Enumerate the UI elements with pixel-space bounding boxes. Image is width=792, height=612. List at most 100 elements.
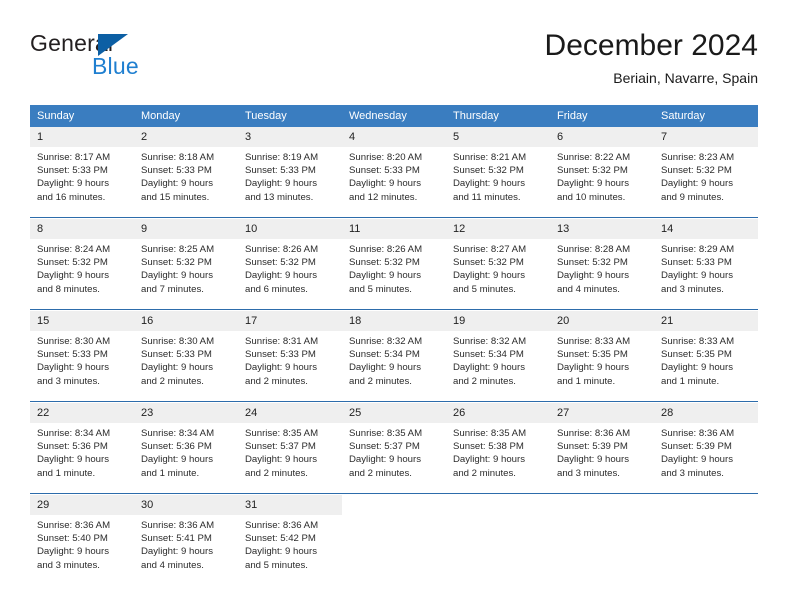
day-details: Sunrise: 8:21 AM Sunset: 5:32 PM Daylight:… <box>446 147 550 204</box>
day-details: Sunrise: 8:29 AM Sunset: 5:33 PM Daylight:… <box>654 239 758 296</box>
day-cell-content: 12 Sunrise: 8:27 AM Sunset: 5:32 PM Dayligh… <box>446 219 550 309</box>
calendar-day-cell[interactable]: 1 Sunrise: 8:17 AM Sunset: 5:33 PM Daylight… <box>30 127 134 218</box>
calendar-day-cell[interactable]: 31 Sunrise: 8:36 AM Sunset: 5:42 PM Dayligh… <box>238 495 342 585</box>
sunrise-text: Sunrise: 8:36 AM <box>661 428 735 439</box>
calendar-day-cell[interactable]: 24 Sunrise: 8:35 AM Sunset: 5:37 PM Dayligh… <box>238 403 342 494</box>
day-number: 29 <box>30 495 134 515</box>
daylight-text-line1: Daylight: 9 hours <box>37 270 109 282</box>
calendar-day-cell[interactable] <box>342 495 446 585</box>
day-number: 1 <box>30 127 134 147</box>
calendar-day-cell[interactable]: 8 Sunrise: 8:24 AM Sunset: 5:32 PM Daylight… <box>30 219 134 310</box>
daylight-text-line2: and 1 minute. <box>37 467 96 479</box>
sunset-text: Sunset: 5:38 PM <box>453 441 524 453</box>
column-header-monday: Monday <box>134 105 238 127</box>
sunrise-text: Sunrise: 8:27 AM <box>453 244 527 255</box>
calendar-day-cell[interactable]: 16 Sunrise: 8:30 AM Sunset: 5:33 PM Dayligh… <box>134 311 238 402</box>
day-details: Sunrise: 8:30 AM Sunset: 5:33 PM Daylight:… <box>134 331 238 388</box>
sunrise-text: Sunrise: 8:21 AM <box>453 152 527 163</box>
calendar-day-cell[interactable]: 22 Sunrise: 8:34 AM Sunset: 5:36 PM Dayligh… <box>30 403 134 494</box>
day-details: Sunrise: 8:26 AM Sunset: 5:32 PM Daylight:… <box>342 239 446 296</box>
calendar-day-cell[interactable]: 11 Sunrise: 8:26 AM Sunset: 5:32 PM Dayligh… <box>342 219 446 310</box>
calendar-day-cell[interactable]: 21 Sunrise: 8:33 AM Sunset: 5:35 PM Dayligh… <box>654 311 758 402</box>
calendar-day-cell[interactable]: 27 Sunrise: 8:36 AM Sunset: 5:39 PM Dayligh… <box>550 403 654 494</box>
calendar-day-cell[interactable]: 13 Sunrise: 8:28 AM Sunset: 5:32 PM Dayligh… <box>550 219 654 310</box>
calendar-day-cell[interactable]: 2 Sunrise: 8:18 AM Sunset: 5:33 PM Daylight… <box>134 127 238 218</box>
column-header-wednesday: Wednesday <box>342 105 446 127</box>
sunset-text: Sunset: 5:36 PM <box>141 441 212 453</box>
daylight-text-line2: and 2 minutes. <box>245 467 308 479</box>
day-cell-content: 25 Sunrise: 8:35 AM Sunset: 5:37 PM Dayligh… <box>342 403 446 493</box>
calendar-day-cell[interactable]: 26 Sunrise: 8:35 AM Sunset: 5:38 PM Dayligh… <box>446 403 550 494</box>
daylight-text-line2: and 12 minutes. <box>349 191 418 203</box>
daylight-text-line1: Daylight: 9 hours <box>349 362 421 374</box>
daylight-text-line2: and 13 minutes. <box>245 191 314 203</box>
calendar-day-cell[interactable] <box>550 495 654 585</box>
day-details: Sunrise: 8:19 AM Sunset: 5:33 PM Daylight:… <box>238 147 342 204</box>
calendar-day-cell[interactable]: 28 Sunrise: 8:36 AM Sunset: 5:39 PM Dayligh… <box>654 403 758 494</box>
day-number: 20 <box>550 311 654 331</box>
daylight-text-line1: Daylight: 9 hours <box>141 454 213 466</box>
calendar-day-cell[interactable]: 9 Sunrise: 8:25 AM Sunset: 5:32 PM Daylight… <box>134 219 238 310</box>
day-number: 27 <box>550 403 654 423</box>
daylight-text-line2: and 3 minutes. <box>661 283 724 295</box>
daylight-text-line2: and 2 minutes. <box>245 375 308 387</box>
daylight-text-line2: and 5 minutes. <box>245 559 308 571</box>
day-number: 6 <box>550 127 654 147</box>
calendar-day-cell[interactable]: 12 Sunrise: 8:27 AM Sunset: 5:32 PM Dayligh… <box>446 219 550 310</box>
calendar-day-cell[interactable]: 7 Sunrise: 8:23 AM Sunset: 5:32 PM Daylight… <box>654 127 758 218</box>
daylight-text-line2: and 2 minutes. <box>453 467 516 479</box>
day-number: 31 <box>238 495 342 515</box>
sunset-text: Sunset: 5:32 PM <box>557 257 628 269</box>
daylight-text-line1: Daylight: 9 hours <box>557 454 629 466</box>
calendar-day-cell[interactable]: 4 Sunrise: 8:20 AM Sunset: 5:33 PM Daylight… <box>342 127 446 218</box>
day-number: 11 <box>342 219 446 239</box>
calendar-day-cell[interactable]: 5 Sunrise: 8:21 AM Sunset: 5:32 PM Daylight… <box>446 127 550 218</box>
calendar-day-cell[interactable]: 30 Sunrise: 8:36 AM Sunset: 5:41 PM Dayligh… <box>134 495 238 585</box>
day-number: 21 <box>654 311 758 331</box>
sunrise-text: Sunrise: 8:18 AM <box>141 152 215 163</box>
sunset-text: Sunset: 5:36 PM <box>37 441 108 453</box>
calendar-day-cell[interactable]: 3 Sunrise: 8:19 AM Sunset: 5:33 PM Daylight… <box>238 127 342 218</box>
calendar-day-cell[interactable]: 10 Sunrise: 8:26 AM Sunset: 5:32 PM Dayligh… <box>238 219 342 310</box>
calendar-day-cell[interactable]: 23 Sunrise: 8:34 AM Sunset: 5:36 PM Dayligh… <box>134 403 238 494</box>
day-details: Sunrise: 8:34 AM Sunset: 5:36 PM Daylight:… <box>134 423 238 480</box>
daylight-text-line2: and 5 minutes. <box>349 283 412 295</box>
sunrise-text: Sunrise: 8:32 AM <box>453 336 527 347</box>
calendar-day-cell[interactable]: 25 Sunrise: 8:35 AM Sunset: 5:37 PM Dayligh… <box>342 403 446 494</box>
calendar-day-cell[interactable]: 20 Sunrise: 8:33 AM Sunset: 5:35 PM Dayligh… <box>550 311 654 402</box>
calendar-day-cell[interactable]: 14 Sunrise: 8:29 AM Sunset: 5:33 PM Dayligh… <box>654 219 758 310</box>
day-cell-empty <box>550 495 654 585</box>
day-details: Sunrise: 8:35 AM Sunset: 5:38 PM Daylight:… <box>446 423 550 480</box>
calendar-day-cell[interactable]: 15 Sunrise: 8:30 AM Sunset: 5:33 PM Dayligh… <box>30 311 134 402</box>
day-cell-content: 3 Sunrise: 8:19 AM Sunset: 5:33 PM Daylight… <box>238 127 342 217</box>
day-cell-content: 17 Sunrise: 8:31 AM Sunset: 5:33 PM Dayligh… <box>238 311 342 401</box>
day-cell-content: 11 Sunrise: 8:26 AM Sunset: 5:32 PM Dayligh… <box>342 219 446 309</box>
day-cell-content: 16 Sunrise: 8:30 AM Sunset: 5:33 PM Dayligh… <box>134 311 238 401</box>
day-cell-empty <box>446 495 550 585</box>
calendar-day-cell[interactable]: 29 Sunrise: 8:36 AM Sunset: 5:40 PM Dayligh… <box>30 495 134 585</box>
sunrise-text: Sunrise: 8:32 AM <box>349 336 423 347</box>
calendar-day-cell[interactable] <box>446 495 550 585</box>
day-details: Sunrise: 8:20 AM Sunset: 5:33 PM Daylight:… <box>342 147 446 204</box>
day-number: 17 <box>238 311 342 331</box>
calendar-day-cell[interactable] <box>654 495 758 585</box>
sunset-text: Sunset: 5:42 PM <box>245 533 316 545</box>
brand-name-blue: Blue <box>92 53 139 79</box>
day-cell-empty <box>654 495 758 585</box>
calendar-week-row: 1 Sunrise: 8:17 AM Sunset: 5:33 PM Daylight… <box>30 127 758 218</box>
daylight-text-line2: and 1 minute. <box>141 467 200 479</box>
calendar-day-cell[interactable]: 17 Sunrise: 8:31 AM Sunset: 5:33 PM Dayligh… <box>238 311 342 402</box>
calendar-day-cell[interactable]: 19 Sunrise: 8:32 AM Sunset: 5:34 PM Dayligh… <box>446 311 550 402</box>
day-details: Sunrise: 8:36 AM Sunset: 5:41 PM Daylight:… <box>134 515 238 572</box>
day-details: Sunrise: 8:36 AM Sunset: 5:40 PM Daylight:… <box>30 515 134 572</box>
daylight-text-line1: Daylight: 9 hours <box>661 362 733 374</box>
daylight-text-line2: and 6 minutes. <box>245 283 308 295</box>
day-cell-content: 21 Sunrise: 8:33 AM Sunset: 5:35 PM Dayligh… <box>654 311 758 401</box>
daylight-text-line1: Daylight: 9 hours <box>349 178 421 190</box>
sunrise-text: Sunrise: 8:35 AM <box>245 428 319 439</box>
day-number: 12 <box>446 219 550 239</box>
calendar-day-cell[interactable]: 18 Sunrise: 8:32 AM Sunset: 5:34 PM Dayligh… <box>342 311 446 402</box>
calendar-day-cell[interactable]: 6 Sunrise: 8:22 AM Sunset: 5:32 PM Daylight… <box>550 127 654 218</box>
daylight-text-line2: and 2 minutes. <box>141 375 204 387</box>
day-details: Sunrise: 8:30 AM Sunset: 5:33 PM Daylight:… <box>30 331 134 388</box>
